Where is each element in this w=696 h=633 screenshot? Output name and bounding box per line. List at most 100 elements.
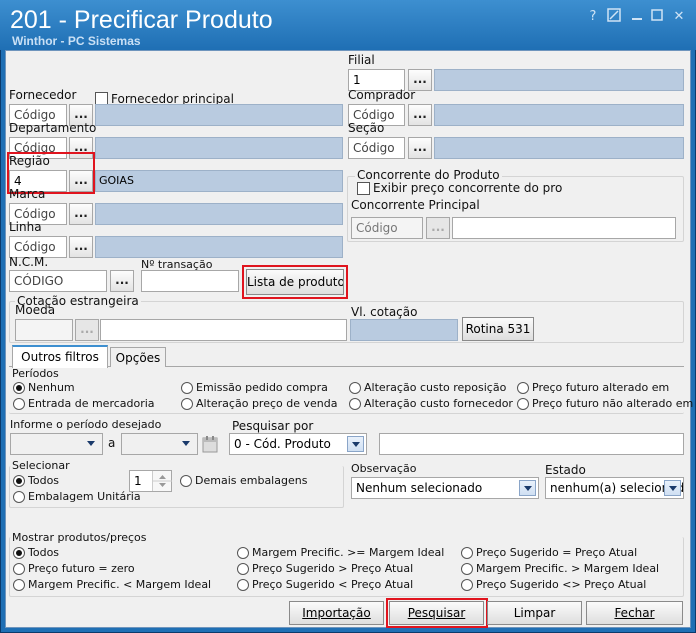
chevron-down-icon [347, 436, 364, 452]
periodo-preco-venda-label: Alteração preço de venda [196, 397, 338, 410]
periodo-separator: a [108, 436, 116, 450]
periodo-custo-fornecedor-label: Alteração custo fornecedor [364, 397, 513, 410]
selecionar-label: Selecionar [12, 459, 70, 472]
pesquisar-highlight [386, 598, 488, 628]
sugerido-menor-label: Preço Sugerido < Preço Atual [252, 578, 414, 591]
periodo-custo-reposicao-radio[interactable] [349, 382, 361, 394]
secao-input[interactable]: Código [348, 137, 405, 159]
maximize-icon[interactable] [648, 8, 666, 25]
marca-name-field [95, 203, 343, 225]
calendar-icon[interactable] [201, 434, 219, 454]
tab-outros-filtros[interactable]: Outros filtros [12, 345, 108, 368]
secao-label: Seção [348, 121, 385, 135]
preco-futuro-zero-radio[interactable] [13, 563, 25, 575]
preco-futuro-zero-label: Preço futuro = zero [28, 562, 135, 575]
sugerido-igual-label: Preço Sugerido = Preço Atual [476, 546, 638, 559]
fornecedor-label: Fornecedor [9, 88, 77, 102]
pesquisar-por-select[interactable]: 0 - Cód. Produto [229, 433, 367, 455]
sugerido-maior-label: Preço Sugerido > Preço Atual [252, 562, 414, 575]
periodo-preco-futuro-nao-alterado-radio[interactable] [517, 398, 529, 410]
selecionar-todos-radio[interactable] [13, 475, 25, 487]
importacao-label: Importação [302, 606, 371, 620]
resize-icon[interactable] [605, 8, 623, 25]
sugerido-menor-radio[interactable] [237, 579, 249, 591]
margem-menor-radio[interactable] [13, 579, 25, 591]
sugerido-diferente-label: Preço Sugerido <> Preço Atual [476, 578, 647, 591]
margem-menor-label: Margem Precific. < Margem Ideal [28, 578, 212, 591]
filial-name-field [434, 69, 684, 91]
comprador-label: Comprador [348, 88, 416, 102]
sugerido-diferente-radio[interactable] [461, 579, 473, 591]
periodo-custo-fornecedor-radio[interactable] [349, 398, 361, 410]
periodo-nenhum-label: Nenhum [28, 381, 75, 394]
moeda-label: Moeda [15, 303, 56, 317]
importacao-button[interactable]: Importação [289, 601, 384, 625]
rotina-531-button[interactable]: Rotina 531 [462, 317, 534, 341]
help-icon[interactable]: ? [584, 8, 602, 25]
spinner-arrows-icon[interactable] [152, 471, 172, 491]
concorrente-group-label: Concorrente do Produto [355, 168, 502, 182]
data-inicial-picker[interactable] [10, 433, 103, 455]
estado-select[interactable]: nenhum(a) selecionado [545, 477, 684, 499]
exibir-concorrente-checkbox[interactable] [357, 182, 370, 195]
departamento-name-field [95, 137, 343, 159]
minimize-icon[interactable] [628, 8, 646, 25]
embalagem-unitaria-radio[interactable] [13, 491, 25, 503]
periodo-entrada-radio[interactable] [13, 398, 25, 410]
departamento-label: Departamento [9, 121, 97, 135]
tab-opcoes[interactable]: Opções [110, 347, 166, 367]
sugerido-igual-radio[interactable] [461, 547, 473, 559]
selecionar-todos-label: Todos [28, 474, 60, 487]
margem-maior-radio[interactable] [461, 563, 473, 575]
mostrar-label: Mostrar produtos/preços [12, 531, 147, 544]
demais-embalagens-label: Demais embalagens [195, 474, 308, 487]
moeda-name-field [100, 319, 347, 341]
concorrente-name-field [452, 217, 676, 239]
moeda-input[interactable] [15, 319, 73, 341]
fechar-button[interactable]: Fechar [586, 601, 683, 625]
observacao-value: Nenhum selecionado [356, 481, 483, 495]
embalagem-spinner-value: 1 [134, 474, 142, 488]
demais-embalagens-radio[interactable] [180, 475, 192, 487]
periodo-desejado-label: Informe o período desejado [10, 418, 162, 431]
periodo-emissao-label: Emissão pedido compra [196, 381, 328, 394]
marca-label: Marca [9, 187, 46, 201]
periodo-preco-futuro-alterado-label: Preço futuro alterado em [532, 381, 670, 394]
fechar-label: Fechar [614, 606, 655, 620]
periodo-preco-futuro-nao-alterado-label: Preço futuro não alterado em [532, 397, 694, 410]
secao-browse-button[interactable]: ... [408, 137, 432, 159]
comprador-name-field [434, 104, 684, 126]
close-icon[interactable]: ✕ [670, 8, 688, 25]
pesquisar-input[interactable] [379, 433, 684, 455]
margem-maior-igual-radio[interactable] [237, 547, 249, 559]
secao-name-field [434, 137, 684, 159]
periodo-custo-reposicao-label: Alteração custo reposição [364, 381, 507, 394]
sugerido-maior-radio[interactable] [237, 563, 249, 575]
moeda-browse-button[interactable]: ... [75, 319, 99, 341]
periodo-preco-futuro-alterado-radio[interactable] [517, 382, 529, 394]
limpar-button[interactable]: Limpar [487, 601, 582, 625]
lista-produtos-highlight [242, 265, 348, 299]
data-final-picker[interactable] [121, 433, 198, 455]
linha-browse-button[interactable]: ... [69, 236, 93, 258]
observacao-label: Observação [351, 462, 417, 475]
linha-name-field [95, 236, 343, 258]
periodo-nenhum-radio[interactable] [13, 382, 25, 394]
chevron-down-icon [664, 480, 681, 496]
mostrar-todos-radio[interactable] [13, 547, 25, 559]
ncm-browse-button[interactable]: ... [110, 270, 134, 292]
vl-cotacao-label: Vl. cotação [351, 305, 418, 319]
ncm-input[interactable]: CÓDIGO [9, 270, 107, 292]
comprador-browse-button[interactable]: ... [408, 104, 432, 126]
periodo-emissao-radio[interactable] [181, 382, 193, 394]
linha-label: Linha [9, 220, 42, 234]
concorrente-principal-input[interactable]: Código [351, 217, 423, 239]
fornecedor-name-field [95, 104, 343, 126]
window-subtitle: Winthor - PC Sistemas [12, 34, 141, 48]
exibir-concorrente-label: Exibir preço concorrente do pro [373, 181, 563, 195]
transacao-input[interactable] [141, 270, 239, 292]
marca-browse-button[interactable]: ... [69, 203, 93, 225]
concorrente-browse-button[interactable]: ... [426, 217, 450, 239]
observacao-select[interactable]: Nenhum selecionado [351, 477, 539, 499]
periodo-preco-venda-radio[interactable] [181, 398, 193, 410]
